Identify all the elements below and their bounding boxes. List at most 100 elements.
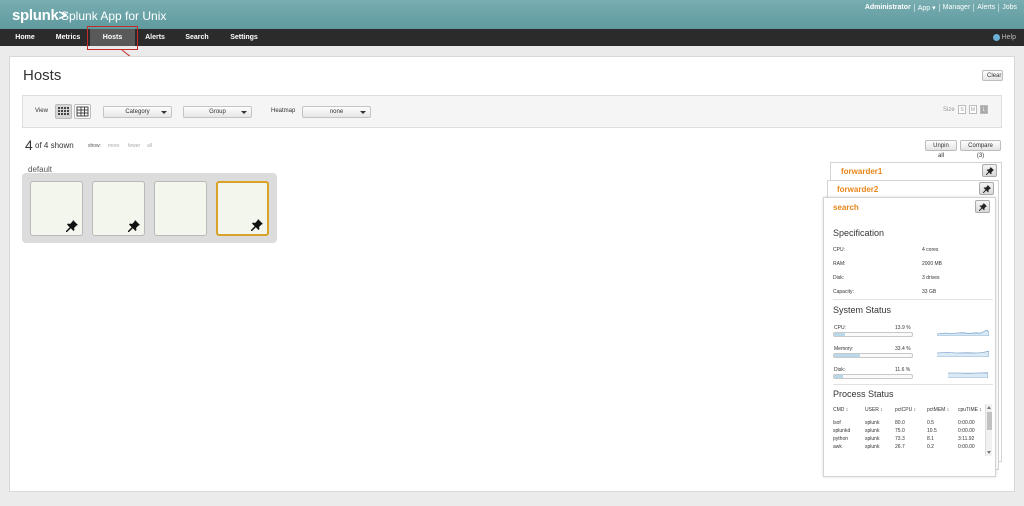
column-header-cmd[interactable]: CMD ↕ — [833, 407, 848, 413]
help-label: Help — [1001, 34, 1016, 41]
column-header-pctmem[interactable]: pctMEM ↕ — [927, 407, 949, 413]
host-tile[interactable] — [30, 181, 83, 236]
process-cputime: 0:00.00 — [958, 444, 975, 450]
clear-button[interactable]: Clear — [982, 70, 1003, 81]
size-large-button[interactable]: L — [980, 105, 988, 114]
pin-icon — [986, 167, 994, 175]
spec-value: 2000 MB — [922, 261, 943, 267]
usage-fill — [834, 354, 861, 357]
host-card-title[interactable]: forwarder1 — [841, 167, 882, 176]
splunk-logo[interactable]: splunk> — [12, 7, 67, 24]
spec-key: Disk: — [833, 275, 845, 281]
host-tile-selected[interactable] — [216, 181, 269, 236]
memory-value: 33.4 % — [895, 346, 911, 352]
pin-button[interactable] — [982, 164, 997, 177]
process-user: splunk — [865, 444, 880, 450]
table-view-button[interactable] — [74, 104, 91, 119]
pin-icon — [66, 220, 78, 232]
user-nav: Administrator App ▾ Manager Alerts Jobs — [862, 4, 1020, 12]
spec-value: 33 GB — [922, 289, 937, 295]
annotation-highlight-box — [87, 26, 138, 50]
memory-usage-bar — [833, 353, 913, 358]
process-pctmem: 10.5 — [927, 428, 937, 434]
size-small-button[interactable]: S — [958, 105, 966, 114]
pin-icon — [979, 203, 987, 211]
app-header: splunk> Splunk App for Unix Administrato… — [0, 0, 1024, 29]
user-nav-jobs[interactable]: Jobs — [998, 4, 1020, 12]
host-tile[interactable] — [154, 181, 207, 236]
user-nav-manager[interactable]: Manager — [938, 4, 974, 12]
show-more-link[interactable]: more — [108, 143, 119, 149]
chevron-down-icon — [161, 111, 167, 114]
specification-title: Specification — [833, 228, 885, 238]
shown-count: 4 — [25, 137, 33, 153]
table-icon — [76, 106, 89, 117]
scroll-down-icon[interactable] — [987, 451, 991, 454]
disk-usage-bar — [833, 374, 913, 379]
process-pctcpu: 80.0 — [895, 420, 905, 426]
disk-value: 11.6 % — [895, 367, 911, 373]
unpin-all-button[interactable]: Unpin all — [925, 140, 957, 159]
spec-key: CPU: — [833, 247, 845, 253]
cpu-value: 13.9 % — [895, 325, 911, 331]
process-cputime: 0:00.00 — [958, 420, 975, 426]
group-dropdown[interactable]: Group — [183, 106, 252, 118]
scroll-thumb[interactable] — [987, 412, 992, 430]
pin-button[interactable] — [979, 182, 994, 195]
column-header-pctcpu[interactable]: pctCPU ↕ — [895, 407, 916, 413]
user-nav-app[interactable]: App ▾ — [913, 4, 939, 12]
heatmap-dropdown[interactable]: none — [302, 106, 371, 118]
grid-icon — [58, 107, 69, 115]
nav-home[interactable]: Home — [8, 29, 42, 46]
show-all-link[interactable]: all — [147, 143, 152, 149]
cpu-sparkline — [937, 329, 989, 336]
memory-label: Memory: — [834, 346, 854, 352]
process-user: splunk — [865, 428, 880, 434]
view-label: View — [35, 108, 48, 114]
process-cmd: awk — [833, 444, 842, 450]
user-nav-alerts[interactable]: Alerts — [973, 4, 998, 12]
process-cmd: splunkd — [833, 428, 851, 434]
help-icon — [992, 33, 1000, 41]
process-user: splunk — [865, 436, 880, 442]
process-pctcpu: 26.7 — [895, 444, 905, 450]
pin-button[interactable] — [975, 200, 990, 213]
host-card-title[interactable]: search — [833, 203, 859, 212]
process-user: splunk — [865, 420, 880, 426]
category-dropdown[interactable]: Category — [103, 106, 172, 118]
cpu-label: CPU: — [834, 325, 846, 331]
nav-search[interactable]: Search — [180, 29, 214, 46]
process-cputime: 0:00.00 — [958, 428, 975, 434]
size-medium-button[interactable]: M — [969, 105, 977, 114]
category-dropdown-label: Category — [125, 109, 150, 115]
memory-sparkline — [937, 350, 989, 357]
chevron-down-icon — [360, 111, 366, 114]
column-header-user[interactable]: USER ↕ — [865, 407, 883, 413]
show-label: show: — [88, 143, 102, 149]
show-fewer-link[interactable]: fewer — [128, 143, 140, 149]
app-title[interactable]: Splunk App for Unix — [61, 9, 166, 23]
process-pctcpu: 73.3 — [895, 436, 905, 442]
process-table-scrollbar[interactable] — [985, 404, 992, 456]
grid-view-button[interactable] — [55, 104, 72, 119]
nav-alerts[interactable]: Alerts — [139, 29, 171, 46]
nav-metrics[interactable]: Metrics — [49, 29, 87, 46]
compare-button[interactable]: Compare (3) — [960, 140, 1001, 159]
help-link[interactable]: Help — [992, 29, 1016, 46]
user-nav-administrator[interactable]: Administrator — [862, 4, 914, 12]
shown-of-total: of 4 shown — [35, 141, 74, 150]
chevron-down-icon — [241, 111, 247, 114]
host-tile[interactable] — [92, 181, 145, 236]
process-status-title: Process Status — [833, 389, 894, 399]
host-card-title[interactable]: forwarder2 — [837, 185, 878, 194]
main-nav: Home Metrics Hosts Alerts Search Setting… — [0, 29, 1024, 46]
scroll-up-icon[interactable] — [987, 406, 991, 409]
process-pctmem: 0.5 — [927, 420, 934, 426]
nav-settings[interactable]: Settings — [226, 29, 262, 46]
heatmap-dropdown-value: none — [329, 109, 344, 115]
column-header-cputime[interactable]: cpuTIME ↕ — [958, 407, 982, 413]
cpu-usage-bar — [833, 332, 913, 337]
pin-icon — [128, 220, 140, 232]
process-cmd: python — [833, 436, 849, 442]
usage-fill — [834, 333, 845, 336]
